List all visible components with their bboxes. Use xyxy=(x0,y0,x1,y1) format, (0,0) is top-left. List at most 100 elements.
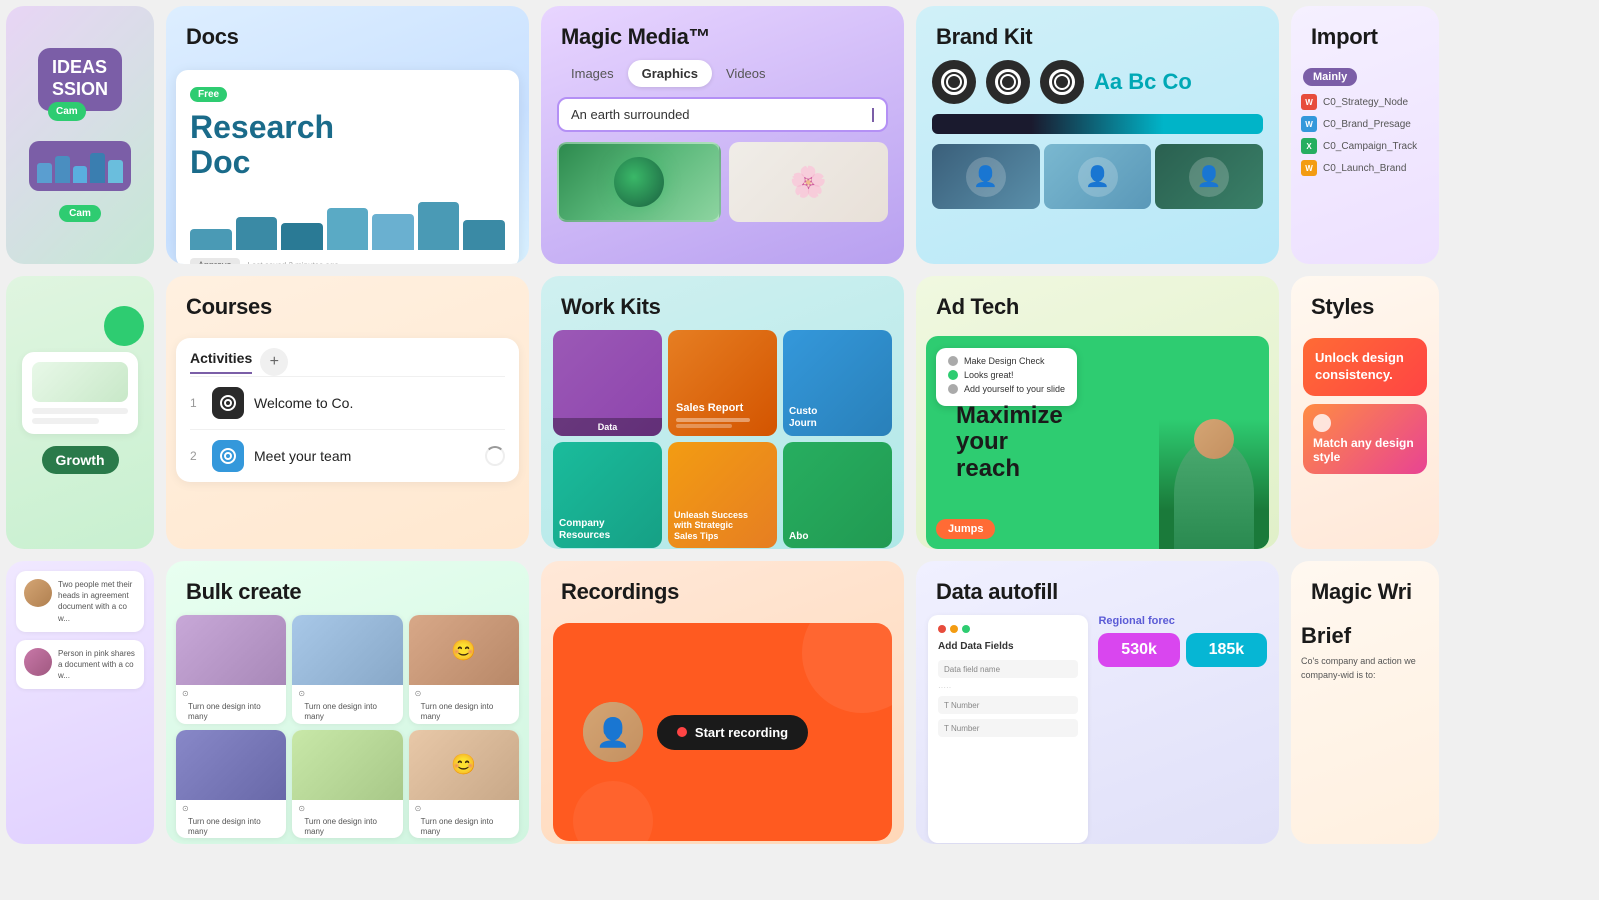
data-stats: 530k 185k xyxy=(1098,633,1267,667)
bulk-co-logo-3: ⊙ xyxy=(415,689,513,698)
adtech-check-label-1: Make Design Check xyxy=(964,356,1045,366)
brand-icon-3 xyxy=(1040,60,1084,104)
styles-title: Styles xyxy=(1291,276,1439,330)
card-brand-kit: Brand Kit Aa Bc Co 👤 👤 👤 xyxy=(916,6,1279,264)
tab-videos[interactable]: Videos xyxy=(712,60,780,87)
import-files-list: W C0_Strategy_Node W C0_Brand_Presage X … xyxy=(1291,94,1439,176)
card-bulk-create: Bulk create ⊙ Turn one design into many … xyxy=(166,561,529,844)
data-dot-red xyxy=(938,625,946,633)
tab-images[interactable]: Images xyxy=(557,60,628,87)
adtech-maximize-text: Maximizeyourreach xyxy=(940,403,1255,482)
card-courses: Courses Activities + 1 Welcome to Co. 2 xyxy=(166,276,529,549)
import-file-name-1: C0_Strategy_Node xyxy=(1323,97,1408,108)
magic-prompt-input[interactable]: An earth surrounded xyxy=(557,97,888,132)
green-bubble xyxy=(104,306,144,346)
left3-card-2: Person in pink shares a document with a … xyxy=(16,640,144,690)
wk-item-6: Abo xyxy=(783,442,892,548)
bulk-card-4-content: ⊙ Turn one design into many Create xyxy=(176,800,286,839)
recordings-title: Recordings xyxy=(541,561,904,615)
magic-image-1 xyxy=(557,142,721,222)
adtech-dot-1 xyxy=(948,356,958,366)
card-left3: Two people met their heads in agreement … xyxy=(6,561,154,844)
rec-dot xyxy=(677,727,687,737)
bulk-item-3: 😊 ⊙ Turn one design into many Open xyxy=(409,615,519,724)
bulk-item-6: 😊 ⊙ Turn one design into many Create xyxy=(409,730,519,839)
data-separator-1: ····· xyxy=(938,683,1078,692)
bulk-card-text-6: Turn one design into many xyxy=(415,813,513,839)
bulk-card-2-content: ⊙ Turn one design into many Create xyxy=(292,685,402,724)
docs-research-doc: ResearchDoc xyxy=(190,110,505,180)
ad-tech-title: Ad Tech xyxy=(916,276,1279,330)
card-import: Import Mainly W C0_Strategy_Node W C0_Br… xyxy=(1291,6,1439,264)
bulk-card-text-5: Turn one design into many xyxy=(298,813,396,839)
import-file-4: W C0_Launch_Brand xyxy=(1301,160,1429,176)
import-file-icon-1: W xyxy=(1301,94,1317,110)
adtech-jumbo-btn[interactable]: Jumps xyxy=(936,519,995,539)
import-file-2: W C0_Brand_Presage xyxy=(1301,116,1429,132)
brand-color-bar xyxy=(932,114,1263,134)
import-file-icon-2: W xyxy=(1301,116,1317,132)
ideas-cam-badge: Cam xyxy=(48,102,86,121)
adtech-green-bg: Maximizeyourreach Make Design Check Look… xyxy=(926,336,1269,549)
bulk-item-1: ⊙ Turn one design into many Create xyxy=(176,615,286,724)
styles-unlock-box: Unlock design consistency. xyxy=(1303,338,1427,396)
main-grid: IDEAS SSION Cam Cam xyxy=(0,0,1599,900)
rec-bg-shape-2 xyxy=(573,781,653,841)
import-file-name-4: C0_Launch_Brand xyxy=(1323,163,1406,174)
brand-icon-inner-3 xyxy=(1049,69,1075,95)
card-recordings: Recordings 👤 Start recording xyxy=(541,561,904,844)
import-file-name-3: C0_Campaign_Track xyxy=(1323,141,1417,152)
tab-graphics[interactable]: Graphics xyxy=(628,60,712,87)
import-badge: Mainly xyxy=(1303,68,1357,86)
bulk-person-4 xyxy=(176,730,286,800)
wk-item-4: CompanyResources xyxy=(553,442,662,548)
docs-title: Docs xyxy=(166,6,529,60)
magic-image-2: 🌸 xyxy=(729,142,889,222)
magic-cursor xyxy=(872,108,874,122)
data-stat-1: 530k xyxy=(1098,633,1179,667)
docs-preview: Free ResearchDoc Approve Last saved 2 mi… xyxy=(176,70,519,264)
card-docs: Docs Free ResearchDoc Approve Last saved… xyxy=(166,6,529,264)
wk-item-2: Sales Report xyxy=(668,330,777,436)
data-field-1: Data field name xyxy=(938,660,1078,678)
import-file-name-2: C0_Brand_Presage xyxy=(1323,119,1411,130)
add-activity-button[interactable]: + xyxy=(260,348,288,376)
co-logo-icon-2 xyxy=(219,447,237,465)
bulk-card-text-4: Turn one design into many xyxy=(182,813,280,839)
magic-image-results: 🌸 xyxy=(541,142,904,222)
course-num-1: 1 xyxy=(190,396,202,410)
brand-icon-1 xyxy=(932,60,976,104)
card-data-autofill: Data autofill Add Data Fields Data field… xyxy=(916,561,1279,844)
approve-btn[interactable]: Approve xyxy=(190,258,240,264)
activities-tab[interactable]: Activities xyxy=(190,350,252,374)
bulk-inner-grid: ⊙ Turn one design into many Create ⊙ Tur… xyxy=(166,615,529,838)
growth-badge: Growth xyxy=(42,446,119,474)
bulk-item-4: ⊙ Turn one design into many Create xyxy=(176,730,286,839)
data-forecast-title: Regional forec xyxy=(1098,615,1267,627)
course-item-1: 1 Welcome to Co. xyxy=(176,377,519,429)
course-label-1: Welcome to Co. xyxy=(254,395,505,411)
rec-start-button[interactable]: Start recording xyxy=(657,715,808,750)
course-icon-2 xyxy=(212,440,244,472)
import-file-icon-3: X xyxy=(1301,138,1317,154)
bulk-create-title: Bulk create xyxy=(166,561,529,615)
course-num-2: 2 xyxy=(190,449,202,463)
adtech-check-1: Make Design Check xyxy=(948,356,1065,366)
card-styles: Styles Unlock design consistency. Match … xyxy=(1291,276,1439,549)
bulk-card-text-1: Turn one design into many xyxy=(182,698,280,724)
bulk-co-logo-4: ⊙ xyxy=(182,804,280,813)
left3-card-1: Two people met their heads in agreement … xyxy=(16,571,144,632)
import-title: Import xyxy=(1291,6,1439,60)
bulk-card-3-content: ⊙ Turn one design into many Open xyxy=(409,685,519,724)
data-field-label-1: Data field name xyxy=(944,665,1000,674)
data-field-3: T Number xyxy=(938,719,1078,737)
docs-free-badge: Free xyxy=(190,87,227,102)
card-work-kits: Work Kits Data Sales Report CustoJourn C… xyxy=(541,276,904,549)
bulk-co-logo-5: ⊙ xyxy=(298,804,396,813)
bulk-person-5 xyxy=(292,730,402,800)
import-file-1: W C0_Strategy_Node xyxy=(1301,94,1429,110)
data-forecast-panel: Regional forec 530k 185k xyxy=(1098,615,1267,843)
brand-photo-2: 👤 xyxy=(1044,144,1152,209)
course-spinner-2 xyxy=(485,446,505,466)
rec-avatar: 👤 xyxy=(583,702,643,762)
